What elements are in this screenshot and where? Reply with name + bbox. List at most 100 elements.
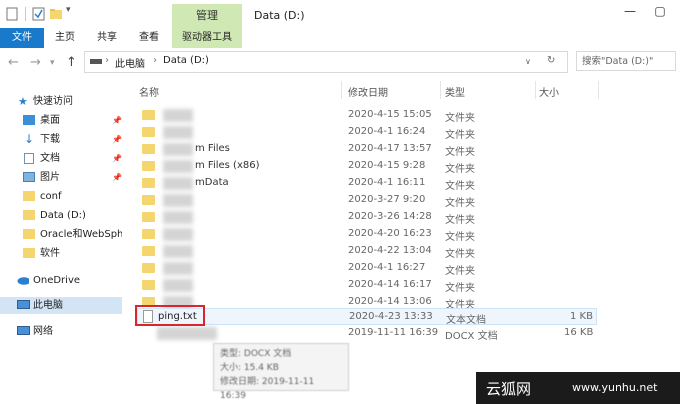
pin-icon[interactable]: 📌: [112, 131, 122, 148]
table-row[interactable]: 2020-3-27 9:20 文件夹: [137, 192, 597, 209]
sidebar-item-pictures[interactable]: 图片 📌: [0, 169, 122, 186]
up-arrow-icon[interactable]: ↑: [66, 55, 77, 70]
column-divider[interactable]: [341, 81, 342, 99]
table-row[interactable]: 2019-11-11 16:39 DOCX 文档 16 KB: [137, 325, 597, 342]
pin-icon[interactable]: 📌: [112, 169, 122, 186]
table-row[interactable]: 2020-3-26 14:28 文件夹: [137, 209, 597, 226]
folder-icon[interactable]: [49, 6, 63, 22]
column-divider[interactable]: [598, 81, 599, 99]
blurred-name: [163, 194, 193, 207]
chevron-down-icon[interactable]: ▾: [66, 5, 71, 21]
blurred-name: [163, 228, 193, 241]
minimize-icon[interactable]: —: [620, 4, 640, 22]
table-row[interactable]: 2020-4-15 15:05 文件夹: [137, 107, 597, 124]
table-row[interactable]: 2020-4-20 16:23 文件夹: [137, 226, 597, 243]
blurred-name: [163, 211, 193, 224]
back-arrow-icon[interactable]: ←: [8, 55, 19, 70]
table-row[interactable]: 2020-4-14 16:17 文件夹: [137, 277, 597, 294]
column-header-date[interactable]: 修改日期: [348, 84, 388, 99]
table-row[interactable]: mData 2020-4-1 16:11 文件夹: [137, 175, 597, 192]
blurred-name: [163, 177, 193, 190]
sidebar-item-data-drive[interactable]: Data (D:): [0, 207, 122, 224]
drive-icon: [90, 59, 102, 64]
tab-share[interactable]: 共享: [94, 28, 120, 48]
sidebar-item-documents[interactable]: 文档 📌: [0, 150, 122, 167]
breadcrumb-data-drive[interactable]: Data (D:): [163, 55, 209, 66]
tab-drive-tools[interactable]: 驱动器工具: [172, 28, 242, 48]
tab-view[interactable]: 查看: [136, 28, 162, 48]
cloud-icon: [17, 277, 29, 285]
checklist-icon[interactable]: [32, 6, 46, 22]
folder-icon: [142, 212, 155, 222]
ribbon-tabs: 文件 主页 共享 查看 驱动器工具: [0, 28, 680, 49]
column-divider[interactable]: [535, 81, 536, 99]
table-row[interactable]: m Files (x86) 2020-4-15 9:28 文件夹: [137, 158, 597, 175]
blurred-name: [163, 160, 193, 173]
blurred-name: [163, 279, 193, 292]
sidebar-item-onedrive[interactable]: OneDrive: [0, 272, 122, 289]
file-list: 名称 修改日期 类型 大小 2020-4-15 15:05 文件夹 2020-4…: [127, 78, 680, 404]
title-bar: ▾ 管理 Data (D:) — ▢: [0, 0, 680, 28]
folder-icon: [142, 110, 155, 120]
blurred-name: [163, 143, 193, 156]
column-header-type[interactable]: 类型: [445, 84, 465, 99]
blurred-name: [157, 327, 217, 340]
sidebar-item-conf[interactable]: conf: [0, 188, 122, 205]
sidebar-item-desktop[interactable]: 桌面 📌: [0, 112, 122, 129]
desktop-icon: [23, 115, 35, 125]
folder-icon: [142, 229, 155, 239]
recent-locations-icon[interactable]: ▾: [50, 58, 55, 68]
watermark: 云狐网 www.yunhu.net: [476, 372, 680, 404]
pin-icon[interactable]: 📌: [112, 112, 122, 129]
refresh-icon[interactable]: ↻: [547, 55, 555, 66]
separator: [25, 7, 26, 21]
table-row[interactable]: 2020-4-22 13:04 文件夹: [137, 243, 597, 260]
folder-icon: [23, 191, 35, 201]
breadcrumb-this-pc[interactable]: 此电脑: [115, 55, 145, 70]
table-row[interactable]: m Files 2020-4-17 13:57 文件夹: [137, 141, 597, 158]
column-header-size[interactable]: 大小: [539, 84, 559, 99]
folder-icon: [23, 229, 35, 239]
watermark-brand: 云狐网: [486, 380, 532, 398]
window-title: Data (D:): [254, 9, 305, 22]
sidebar-item-oracle-websphere[interactable]: Oracle和WebSphe: [0, 226, 122, 243]
sidebar-item-quick-access[interactable]: ★ 快速访问: [0, 93, 122, 110]
highlight-box: [135, 305, 205, 326]
forward-arrow-icon[interactable]: →: [30, 55, 41, 70]
blurred-name: [163, 126, 193, 139]
table-row-selected[interactable]: ping.txt 2020-4-23 13:33 文本文档 1 KB: [137, 308, 597, 326]
folder-icon: [142, 246, 155, 256]
pin-icon[interactable]: 📌: [112, 150, 122, 167]
column-header-name[interactable]: 名称: [139, 84, 159, 99]
tab-file[interactable]: 文件: [0, 28, 44, 48]
sidebar-item-network[interactable]: 网络: [0, 323, 122, 340]
column-divider[interactable]: [440, 81, 441, 99]
folder-icon: [142, 144, 155, 154]
picture-icon: [23, 172, 35, 182]
folder-icon: [23, 248, 35, 258]
sidebar-item-downloads[interactable]: ↓ 下载 📌: [0, 131, 122, 148]
address-bar[interactable]: › 此电脑 › Data (D:) ∨ ↻: [84, 51, 568, 73]
file-icon[interactable]: [5, 6, 19, 22]
tab-home[interactable]: 主页: [52, 28, 78, 48]
breadcrumb-separator-icon: ›: [153, 55, 157, 66]
table-row[interactable]: 2020-4-1 16:27 文件夹: [137, 260, 597, 277]
folder-icon: [142, 161, 155, 171]
folder-icon: [142, 127, 155, 137]
document-icon: [24, 153, 34, 164]
sidebar-item-this-pc[interactable]: 此电脑: [0, 297, 122, 314]
search-input[interactable]: 搜索"Data (D:)": [576, 51, 676, 71]
network-icon: [17, 326, 30, 335]
computer-icon: [17, 300, 30, 309]
sidebar-item-software[interactable]: 软件: [0, 245, 122, 262]
navigation-pane: ★ 快速访问 桌面 📌 ↓ 下载 📌 文档 📌 图片 📌 conf Data (…: [0, 86, 127, 404]
maximize-icon[interactable]: ▢: [650, 4, 670, 22]
blurred-name: [163, 109, 193, 122]
address-dropdown-icon[interactable]: ∨: [525, 57, 531, 66]
manage-context-tab[interactable]: 管理: [172, 4, 242, 28]
folder-icon: [142, 263, 155, 273]
star-icon: ★: [18, 95, 28, 108]
download-icon: ↓: [24, 132, 35, 146]
watermark-url: www.yunhu.net: [572, 381, 658, 394]
table-row[interactable]: 2020-4-1 16:24 文件夹: [137, 124, 597, 141]
